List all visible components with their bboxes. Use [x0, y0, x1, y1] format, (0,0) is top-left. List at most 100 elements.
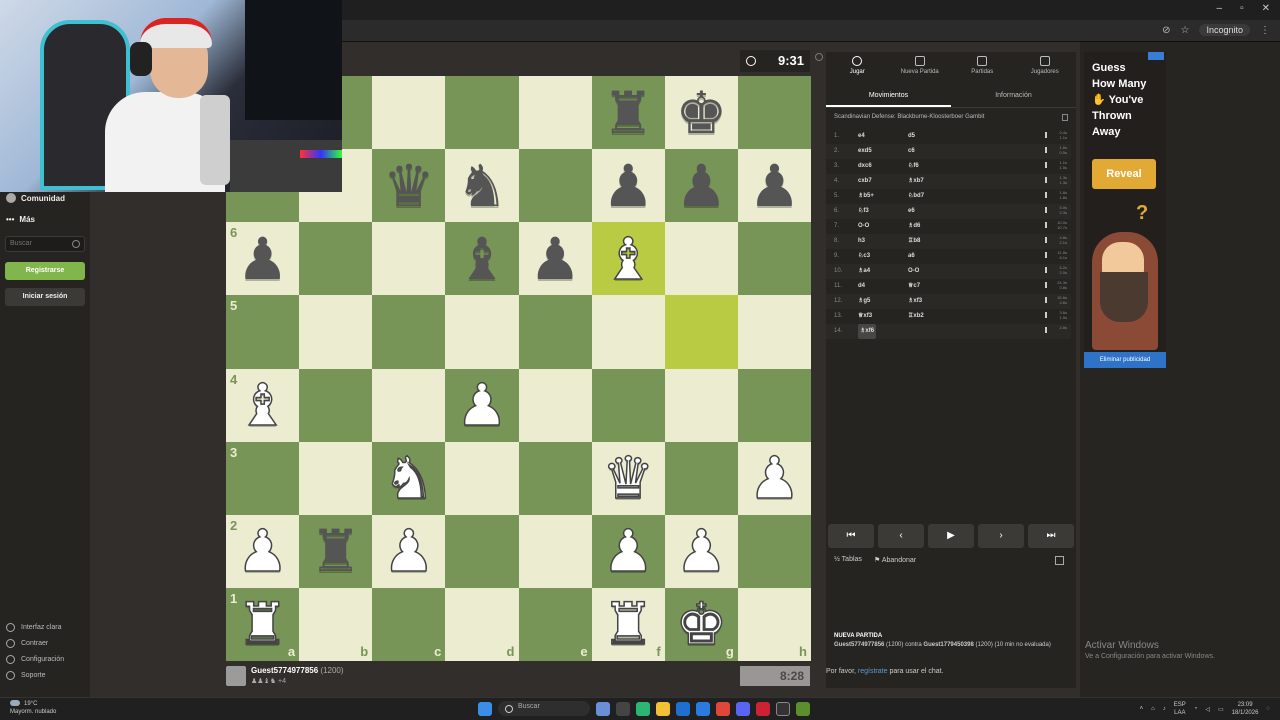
black-move[interactable]: ♗d6 — [908, 219, 920, 234]
eye-off-icon[interactable]: ⊘ — [1162, 25, 1170, 36]
black-move[interactable]: ♗xb7 — [908, 174, 924, 189]
white-king-icon[interactable]: ♚ — [675, 595, 729, 655]
play-button[interactable]: ▶ — [928, 524, 974, 548]
sidebar-item-more[interactable]: ••• Más — [6, 215, 35, 224]
avatar[interactable] — [226, 666, 246, 686]
black-bishop-icon[interactable]: ♝ — [456, 230, 508, 288]
taskbar-search[interactable]: Buscar — [498, 701, 590, 716]
square-f8[interactable]: ♜ — [591, 76, 665, 150]
flip-board-icon[interactable] — [1055, 556, 1064, 565]
obs-icon[interactable] — [776, 701, 790, 716]
next-move-button[interactable]: › — [978, 524, 1024, 548]
square-a3[interactable]: 3 — [226, 441, 300, 515]
minimize-icon[interactable]: – — [1217, 3, 1223, 14]
square-h5[interactable] — [737, 295, 811, 369]
square-f6[interactable]: ♝ — [591, 222, 665, 296]
black-king-icon[interactable]: ♚ — [675, 84, 727, 142]
black-move[interactable]: e6 — [908, 204, 915, 219]
last-move-button[interactable]: ⏭ — [1028, 524, 1074, 548]
white-rook-icon[interactable]: ♜ — [601, 595, 655, 655]
language-indicator[interactable]: ESP LAA — [1174, 701, 1186, 717]
square-h8[interactable] — [737, 76, 811, 150]
square-a4[interactable]: 4 ♝ — [226, 368, 300, 442]
white-pawn-icon[interactable]: ♟ — [455, 375, 509, 435]
chess-app-icon[interactable] — [796, 701, 810, 716]
square-d8[interactable] — [445, 76, 519, 150]
square-e1[interactable]: e — [518, 587, 592, 661]
mail-icon[interactable] — [696, 701, 710, 716]
black-move[interactable]: O-O — [908, 264, 919, 279]
white-pawn-icon[interactable]: ♟ — [675, 522, 729, 582]
white-knight-icon[interactable]: ♞ — [382, 448, 436, 508]
board-settings-icon[interactable] — [815, 53, 823, 61]
square-h6[interactable] — [737, 222, 811, 296]
black-move[interactable]: c6 — [908, 144, 915, 159]
square-c5[interactable] — [372, 295, 446, 369]
wifi-icon[interactable]: ◔ — [1194, 706, 1198, 712]
black-rook-icon[interactable]: ♜ — [310, 522, 362, 580]
chrome-icon[interactable] — [716, 701, 730, 716]
square-f7[interactable]: ♟ — [591, 149, 665, 223]
square-f3[interactable]: ♛ — [591, 441, 665, 515]
square-d1[interactable]: d — [445, 587, 519, 661]
player-name[interactable]: Guest5774977856 (1200) — [251, 666, 344, 675]
black-move[interactable]: ♘f6 — [908, 159, 919, 174]
square-e4[interactable] — [518, 368, 592, 442]
square-g3[interactable] — [664, 441, 738, 515]
draw-button[interactable]: ½ Tablas — [834, 556, 862, 563]
white-move[interactable]: ♕xf3 — [858, 309, 872, 324]
square-b3[interactable] — [299, 441, 373, 515]
square-h1[interactable]: h — [737, 587, 811, 661]
tab-info[interactable]: Información — [951, 86, 1076, 107]
square-d5[interactable] — [445, 295, 519, 369]
white-bishop-icon[interactable]: ♝ — [601, 229, 655, 289]
square-d4[interactable]: ♟ — [445, 368, 519, 442]
register-button[interactable]: Registrarse — [5, 262, 85, 280]
network-icon[interactable]: ⌂ — [1151, 706, 1155, 712]
advertisement[interactable]: Guess How Many ✋ You've Thrown Away Reve… — [1084, 52, 1166, 368]
white-queen-icon[interactable]: ♛ — [601, 448, 655, 508]
menu-icon[interactable]: ⋮ — [1260, 25, 1270, 36]
white-move[interactable]: ♗xf6 — [858, 324, 877, 339]
square-g1[interactable]: g ♚ — [664, 587, 738, 661]
square-g7[interactable]: ♟ — [664, 149, 738, 223]
white-move[interactable]: O-O — [858, 219, 869, 234]
square-a5[interactable]: 5 — [226, 295, 300, 369]
speaker-icon[interactable]: ◁ — [1205, 706, 1210, 713]
white-move[interactable]: ♗b5+ — [858, 189, 874, 204]
square-c4[interactable] — [372, 368, 446, 442]
square-c8[interactable] — [372, 76, 446, 150]
black-pawn-icon[interactable]: ♟ — [602, 157, 654, 215]
square-c6[interactable] — [372, 222, 446, 296]
black-pawn-icon[interactable]: ♟ — [237, 230, 289, 288]
square-f2[interactable]: ♟ — [591, 514, 665, 588]
white-pawn-icon[interactable]: ♟ — [236, 522, 290, 582]
square-g2[interactable]: ♟ — [664, 514, 738, 588]
square-g5[interactable] — [664, 295, 738, 369]
battery-icon[interactable]: ▭ — [1218, 706, 1224, 713]
notifications-icon[interactable]: ◌ — [1266, 706, 1270, 712]
square-a6[interactable]: 6 ♟ — [226, 222, 300, 296]
black-move[interactable]: ♘bd7 — [908, 189, 924, 204]
black-pawn-icon[interactable]: ♟ — [529, 230, 581, 288]
register-link[interactable]: regístrate — [858, 668, 888, 675]
black-knight-icon[interactable]: ♞ — [456, 157, 508, 215]
square-c7[interactable]: ♛ — [372, 149, 446, 223]
tab-games[interactable]: Partidas — [951, 52, 1014, 84]
discord-icon[interactable] — [736, 701, 750, 716]
square-g6[interactable] — [664, 222, 738, 296]
square-f1[interactable]: f ♜ — [591, 587, 665, 661]
white-move[interactable]: ♘c3 — [858, 249, 870, 264]
white-pawn-icon[interactable]: ♟ — [601, 522, 655, 582]
tab-play[interactable]: Jugar — [826, 52, 889, 84]
edge-icon[interactable] — [636, 701, 650, 716]
app-icon[interactable] — [756, 701, 770, 716]
ad-reveal-button[interactable]: Reveal — [1092, 159, 1156, 189]
sidebar-item-support[interactable]: Soporte — [6, 671, 46, 680]
square-d2[interactable] — [445, 514, 519, 588]
black-move[interactable]: ♗xf3 — [908, 294, 922, 309]
black-move[interactable]: ♕c7 — [908, 279, 920, 294]
chevron-up-icon[interactable]: ˄ — [1140, 706, 1144, 712]
maximize-icon[interactable]: ▫ — [1240, 3, 1244, 14]
weather-widget[interactable]: 19°C Mayorm. nublado — [10, 700, 56, 716]
